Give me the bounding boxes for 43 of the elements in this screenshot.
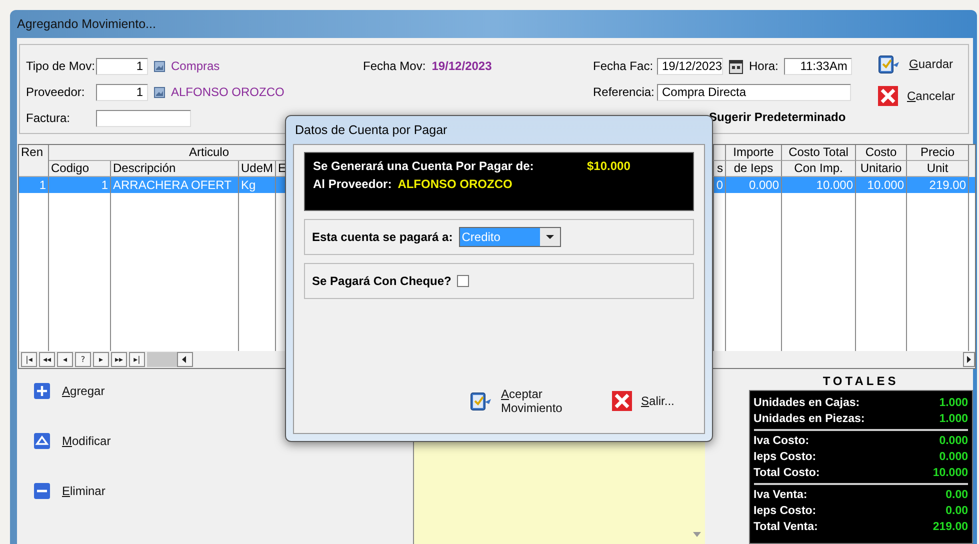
table-cell: Kg xyxy=(239,177,276,193)
field-label: Fecha Mov: xyxy=(363,59,426,73)
table-cell: 10.000 xyxy=(782,177,856,193)
total-value: 0.000 xyxy=(939,434,968,449)
total-value: 1.000 xyxy=(939,412,968,427)
field-label: Factura: xyxy=(26,111,72,125)
totals-title: TOTALES xyxy=(822,373,900,390)
total-value: 1.000 xyxy=(939,396,968,411)
field-label: Esta cuenta se pagará a: xyxy=(312,230,453,244)
date-value: 19/12/2023 xyxy=(432,59,492,73)
total-label: Unidades en Piezas: xyxy=(754,412,865,427)
total-label: Iva Costo: xyxy=(754,434,810,449)
field-label: Fecha Fac: xyxy=(593,59,651,73)
supplier-name: ALFONSO OROZCO xyxy=(171,85,284,99)
total-label: Total Venta: xyxy=(754,520,818,535)
table-cell: 219.00 xyxy=(907,177,969,193)
total-label: Total Costo: xyxy=(754,466,820,481)
checkbox-label: Se Pagará Con Cheque? xyxy=(312,274,452,288)
table-cell: 10.000 xyxy=(856,177,907,193)
total-label: Unidades en Cajas: xyxy=(754,396,860,411)
table-cell: ARRACHERA OFERT xyxy=(111,177,239,193)
movement-type-name: Compras xyxy=(171,59,220,73)
total-value: 0.00 xyxy=(946,488,968,503)
total-value: 0.000 xyxy=(939,450,968,465)
field-label: Hora: xyxy=(749,59,778,73)
total-value: 219.00 xyxy=(932,520,968,535)
total-value: 0.00 xyxy=(946,504,968,519)
summary-label: Se Generará una Cuenta Por Pagar de: xyxy=(313,158,535,175)
total-label: Ieps Costo: xyxy=(754,450,816,465)
supplier-name: ALFONSO OROZCO xyxy=(398,176,512,193)
field-label: Referencia: xyxy=(593,85,651,99)
table-cell: 1 xyxy=(19,177,49,193)
dialog-title: Datos de Cuenta por Pagar xyxy=(294,122,448,139)
table-cell: 0 xyxy=(714,177,726,193)
table-cell: 1 xyxy=(49,177,111,193)
field-label: Proveedor: xyxy=(26,85,86,99)
table-cell: 0.000 xyxy=(726,177,782,193)
total-label: Iva Venta: xyxy=(754,488,808,503)
amount-value: $10.000 xyxy=(587,158,630,175)
window-title: Agregando Movimiento... xyxy=(17,17,156,31)
summary-label: Al Proveedor: xyxy=(313,176,392,193)
total-label: Ieps Costo: xyxy=(754,504,816,519)
total-value: 10.000 xyxy=(932,466,968,481)
